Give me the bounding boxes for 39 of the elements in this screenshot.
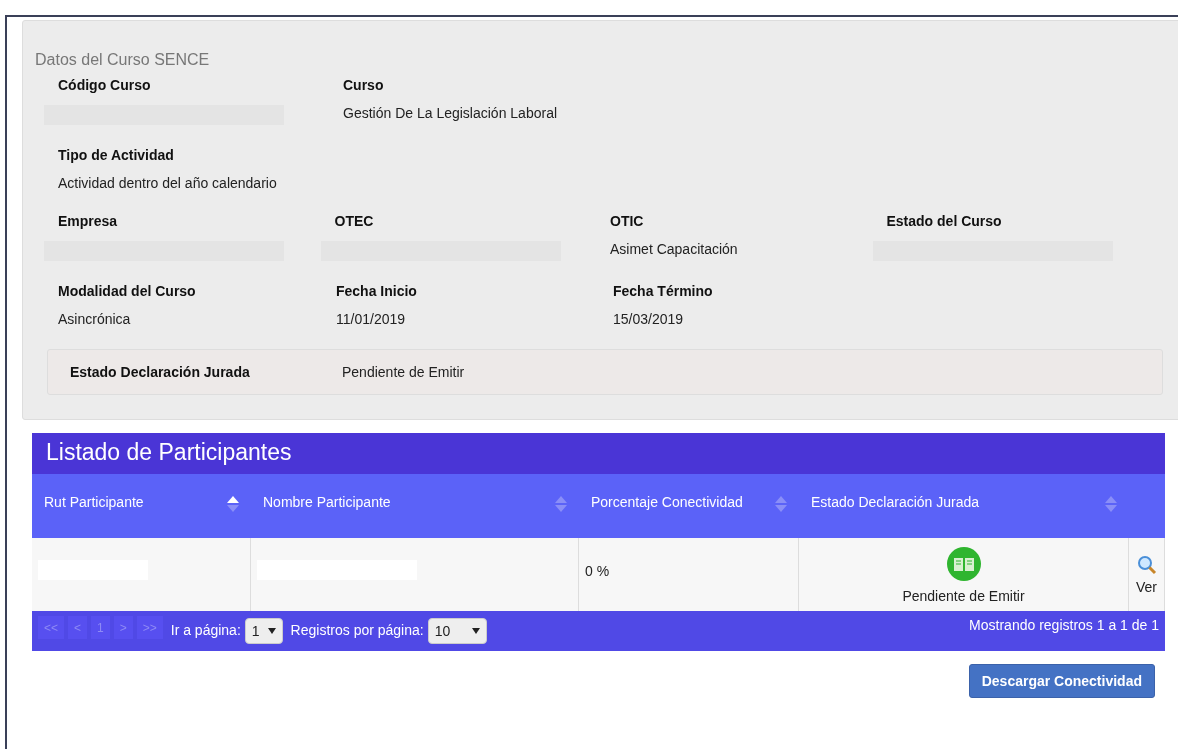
panel-title: Datos del Curso SENCE — [35, 51, 211, 69]
view-link[interactable]: Ver — [1136, 578, 1157, 595]
records-summary: Mostrando registros 1 a 1 de 1 — [969, 617, 1159, 633]
book-icon — [945, 545, 982, 582]
field-label: Modalidad del Curso — [58, 283, 197, 299]
field-label: Fecha Término — [613, 283, 714, 299]
per-page-label: Registros por página: — [290, 622, 424, 638]
table-cell: Pendiente de Emitir — [799, 538, 1129, 611]
caret-icon — [267, 628, 276, 634]
field-label: Tipo de Actividad — [58, 147, 175, 163]
per-page-select[interactable]: 10 — [427, 618, 488, 644]
field-value: Asincrónica — [58, 311, 132, 327]
field-value: Asimet Capacitación — [610, 241, 739, 257]
table-title: Listado de Participantes — [32, 433, 1165, 474]
field-label: Estado del Curso — [886, 213, 1003, 229]
field-value: Pendiente de Emitir — [342, 364, 465, 380]
field-label: Curso — [343, 77, 385, 93]
column-header[interactable]: Estado Declaración Jurada — [799, 474, 1129, 538]
table-cell: 0 % — [579, 538, 799, 611]
column-header[interactable]: Porcentaje Conectividad — [579, 474, 799, 538]
column-header[interactable]: Rut Participante — [32, 474, 251, 538]
field-label: Empresa — [58, 213, 119, 229]
column-header[interactable]: Nombre Participante — [251, 474, 579, 538]
field-value: 15/03/2019 — [613, 311, 685, 327]
search-icon[interactable] — [1136, 554, 1157, 575]
download-button[interactable]: Descargar Conectividad — [968, 664, 1155, 698]
field-label: OTEC — [334, 213, 375, 229]
field-label: Estado Declaración Jurada — [70, 364, 251, 380]
field-label: OTIC — [610, 213, 645, 229]
field-value: Gestión De La Legislación Laboral — [343, 105, 559, 121]
field-label: Fecha Inicio — [336, 283, 418, 299]
field-label: Código Curso — [58, 77, 152, 93]
sort-icon[interactable] — [227, 494, 239, 514]
field-value: Actividad dentro del año calendario — [58, 175, 278, 191]
caret-icon — [472, 628, 481, 634]
goto-label: Ir a página: — [170, 622, 241, 638]
page-select[interactable]: 1 — [244, 618, 283, 644]
field-value: 11/01/2019 — [336, 311, 407, 327]
column-header — [1129, 474, 1165, 538]
